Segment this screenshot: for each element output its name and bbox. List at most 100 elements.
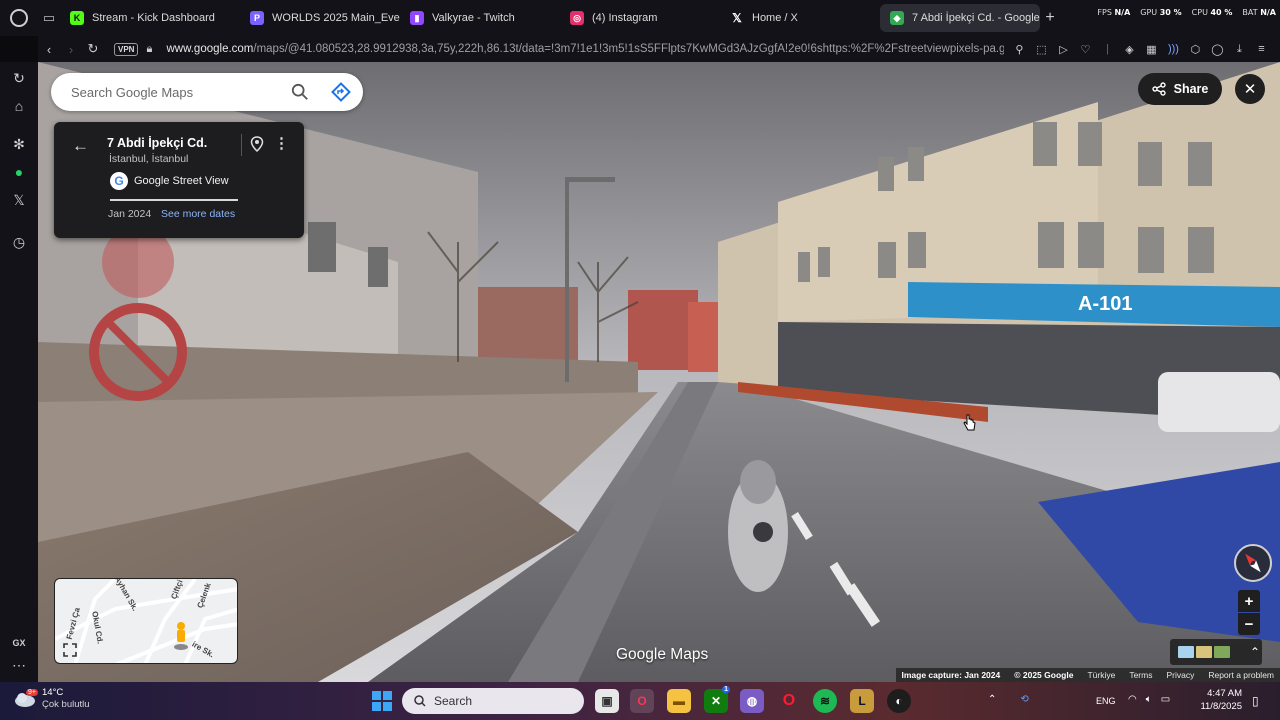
volume-icon: 🔈︎: [1145, 694, 1152, 705]
layer-swatch-terrain[interactable]: [1214, 646, 1230, 658]
tab-island-icon[interactable]: ▭: [38, 0, 60, 36]
docs-icon: P: [250, 11, 264, 25]
heart-icon[interactable]: ♡: [1076, 43, 1094, 56]
notification-bell-icon[interactable]: ▯: [1252, 694, 1259, 708]
layer-swatch-satellite[interactable]: [1196, 646, 1212, 658]
google-maps-icon: ◆: [890, 11, 904, 25]
report-problem-link[interactable]: Report a problem: [1208, 670, 1274, 680]
twitch-icon: ▮: [410, 11, 424, 25]
toolbar-extensions: ⚲ ⬚ ▷ ♡ | ◈ ▦ ))) ⬡ ◯ ⤓ ≡: [1010, 43, 1270, 56]
more-options-icon[interactable]: ⋮: [274, 134, 289, 152]
weather-badge: 9+: [26, 689, 38, 696]
imagery-layers-control[interactable]: ⌃: [1170, 639, 1262, 665]
extension-diamond-icon[interactable]: ◈: [1120, 43, 1138, 56]
opera-icon[interactable]: O: [777, 689, 801, 713]
photos-icon[interactable]: ◍: [740, 689, 764, 713]
tab-worlds-2025[interactable]: P WORLDS 2025 Main_Eve: [240, 4, 400, 32]
place-info-card: ← 7 Abdi İpekçi Cd. İstanbul, İstanbul ⋮…: [54, 122, 304, 238]
street-view-source: G Google Street View: [110, 172, 229, 190]
tab-kick[interactable]: K Stream - Kick Dashboard: [60, 4, 240, 32]
divider: |: [1106, 43, 1109, 55]
extension-audio-icon[interactable]: ))): [1164, 43, 1182, 55]
forward-icon[interactable]: ›: [60, 42, 82, 57]
weather-widget[interactable]: 9+ 14°C Çok bulutlu: [14, 687, 90, 711]
clock-icon[interactable]: ◷: [0, 228, 38, 256]
tab-twitch[interactable]: ▮ Valkyrae - Twitch: [400, 4, 560, 32]
close-icon[interactable]: ✕: [1235, 74, 1265, 104]
opera-gx-taskbar-icon[interactable]: O: [630, 689, 654, 713]
play-icon[interactable]: ▷: [1054, 43, 1072, 56]
street-view-panorama[interactable]: A-101 Search Google Maps ← 7 Abdi İpekçi…: [38, 62, 1280, 682]
cloud-icon: 9+: [14, 689, 38, 707]
weather-temp: 14°C: [42, 687, 64, 698]
download-icon[interactable]: ⤓: [1230, 43, 1248, 56]
expand-icon[interactable]: [63, 643, 77, 657]
privacy-link[interactable]: Privacy: [1166, 670, 1194, 680]
x-icon: 𝕏: [732, 11, 742, 25]
spotify-icon[interactable]: ≋: [813, 689, 837, 713]
riot-client-icon[interactable]: ◐: [887, 689, 911, 713]
whatsapp-icon[interactable]: ●: [0, 158, 38, 186]
x-sidebar-icon[interactable]: 𝕏: [0, 186, 38, 214]
maps-search-input[interactable]: [71, 84, 271, 100]
compass-icon[interactable]: [1234, 544, 1272, 582]
taskbar-search[interactable]: Search: [402, 688, 584, 714]
url-field[interactable]: www.google.com/maps/@41.080523,28.991293…: [166, 43, 1004, 55]
share-button[interactable]: Share: [1138, 73, 1222, 105]
extension-grid-icon[interactable]: ▦: [1142, 43, 1160, 56]
language-indicator[interactable]: ENG: [1096, 696, 1116, 706]
tab-instagram[interactable]: ◎ (4) Instagram: [560, 4, 720, 32]
directions-icon[interactable]: [331, 82, 351, 102]
vpn-badge[interactable]: VPN: [114, 42, 139, 56]
chevron-up-icon[interactable]: ⌃: [1250, 645, 1260, 659]
windows-start-icon[interactable]: [372, 691, 392, 711]
tab-x-home[interactable]: 𝕏 Home / X: [720, 4, 880, 32]
task-view-icon[interactable]: ▣: [595, 689, 619, 713]
zoom-in-button[interactable]: +: [1238, 590, 1260, 612]
player-icon[interactable]: ⌂: [0, 92, 38, 120]
divider: [110, 199, 238, 201]
maps-footer: Image capture: Jan 2024 © 2025 Google Tü…: [895, 668, 1280, 682]
gx-control-icon[interactable]: GX: [0, 638, 38, 648]
extensions-icon[interactable]: ⬡: [1186, 43, 1204, 56]
minimap[interactable]: Fevzi Ça Okul Cd. Ayhan Sk. Çiftçi Çelen…: [54, 578, 238, 664]
pegman-icon[interactable]: [171, 621, 191, 651]
league-of-legends-icon[interactable]: L: [850, 689, 874, 713]
layer-swatch-map[interactable]: [1178, 646, 1194, 658]
pin-icon[interactable]: ⚲: [1010, 43, 1028, 56]
terms-link[interactable]: Terms: [1129, 670, 1152, 680]
more-icon[interactable]: ⋯: [0, 657, 38, 674]
zoom-out-button[interactable]: −: [1238, 613, 1260, 635]
system-icons[interactable]: ◠ 🔈︎ ▭: [1128, 694, 1170, 705]
back-icon[interactable]: ‹: [38, 42, 60, 57]
place-subtitle: İstanbul, İstanbul: [109, 153, 189, 165]
chevron-up-icon[interactable]: ⌃: [988, 694, 996, 705]
new-tab-button[interactable]: +: [1040, 9, 1060, 27]
profile-icon[interactable]: ◯: [1208, 43, 1226, 56]
hand-cursor-icon: [963, 414, 976, 431]
snapshot-icon[interactable]: ⬚: [1032, 43, 1050, 56]
gx-hardware-hud: FPS N/A GPU 30 % CPU 40 % BAT N/A: [1097, 8, 1276, 17]
back-arrow-icon[interactable]: ←: [72, 136, 89, 156]
browser-tab-strip: ▭ K Stream - Kick Dashboard P WORLDS 202…: [0, 0, 1280, 36]
xbox-icon[interactable]: ✕ 1: [704, 686, 730, 713]
reload-icon[interactable]: ↻: [82, 41, 104, 57]
file-explorer-icon[interactable]: ▬: [667, 689, 691, 713]
chatgpt-icon[interactable]: ✻: [0, 130, 38, 158]
history-refresh-icon[interactable]: ↻: [0, 64, 38, 92]
a101-shop-sign: A-101: [1078, 293, 1132, 315]
menu-icon[interactable]: ≡: [1252, 43, 1270, 55]
location-pin-icon[interactable]: [250, 136, 264, 152]
opera-logo-icon[interactable]: [0, 0, 38, 36]
see-more-dates-link[interactable]: See more dates: [161, 208, 235, 220]
sync-icon[interactable]: ⟲: [1020, 694, 1028, 705]
windows-taskbar: 9+ 14°C Çok bulutlu Search ▣ O ▬ ✕ 1 ◍ O …: [0, 682, 1280, 720]
system-clock[interactable]: 4:47 AM 11/8/2025: [1196, 687, 1242, 713]
lock-icon[interactable]: 🔒︎: [146, 43, 160, 56]
tab-google-maps[interactable]: ◆ 7 Abdi İpekçi Cd. - Google: [880, 4, 1040, 32]
tray-overflow: ⌃ ⟲: [988, 694, 1029, 705]
capture-date: Jan 2024: [108, 208, 152, 220]
instagram-icon: ◎: [570, 11, 584, 25]
country-link[interactable]: Türkiye: [1087, 670, 1115, 680]
search-icon[interactable]: [291, 83, 309, 101]
